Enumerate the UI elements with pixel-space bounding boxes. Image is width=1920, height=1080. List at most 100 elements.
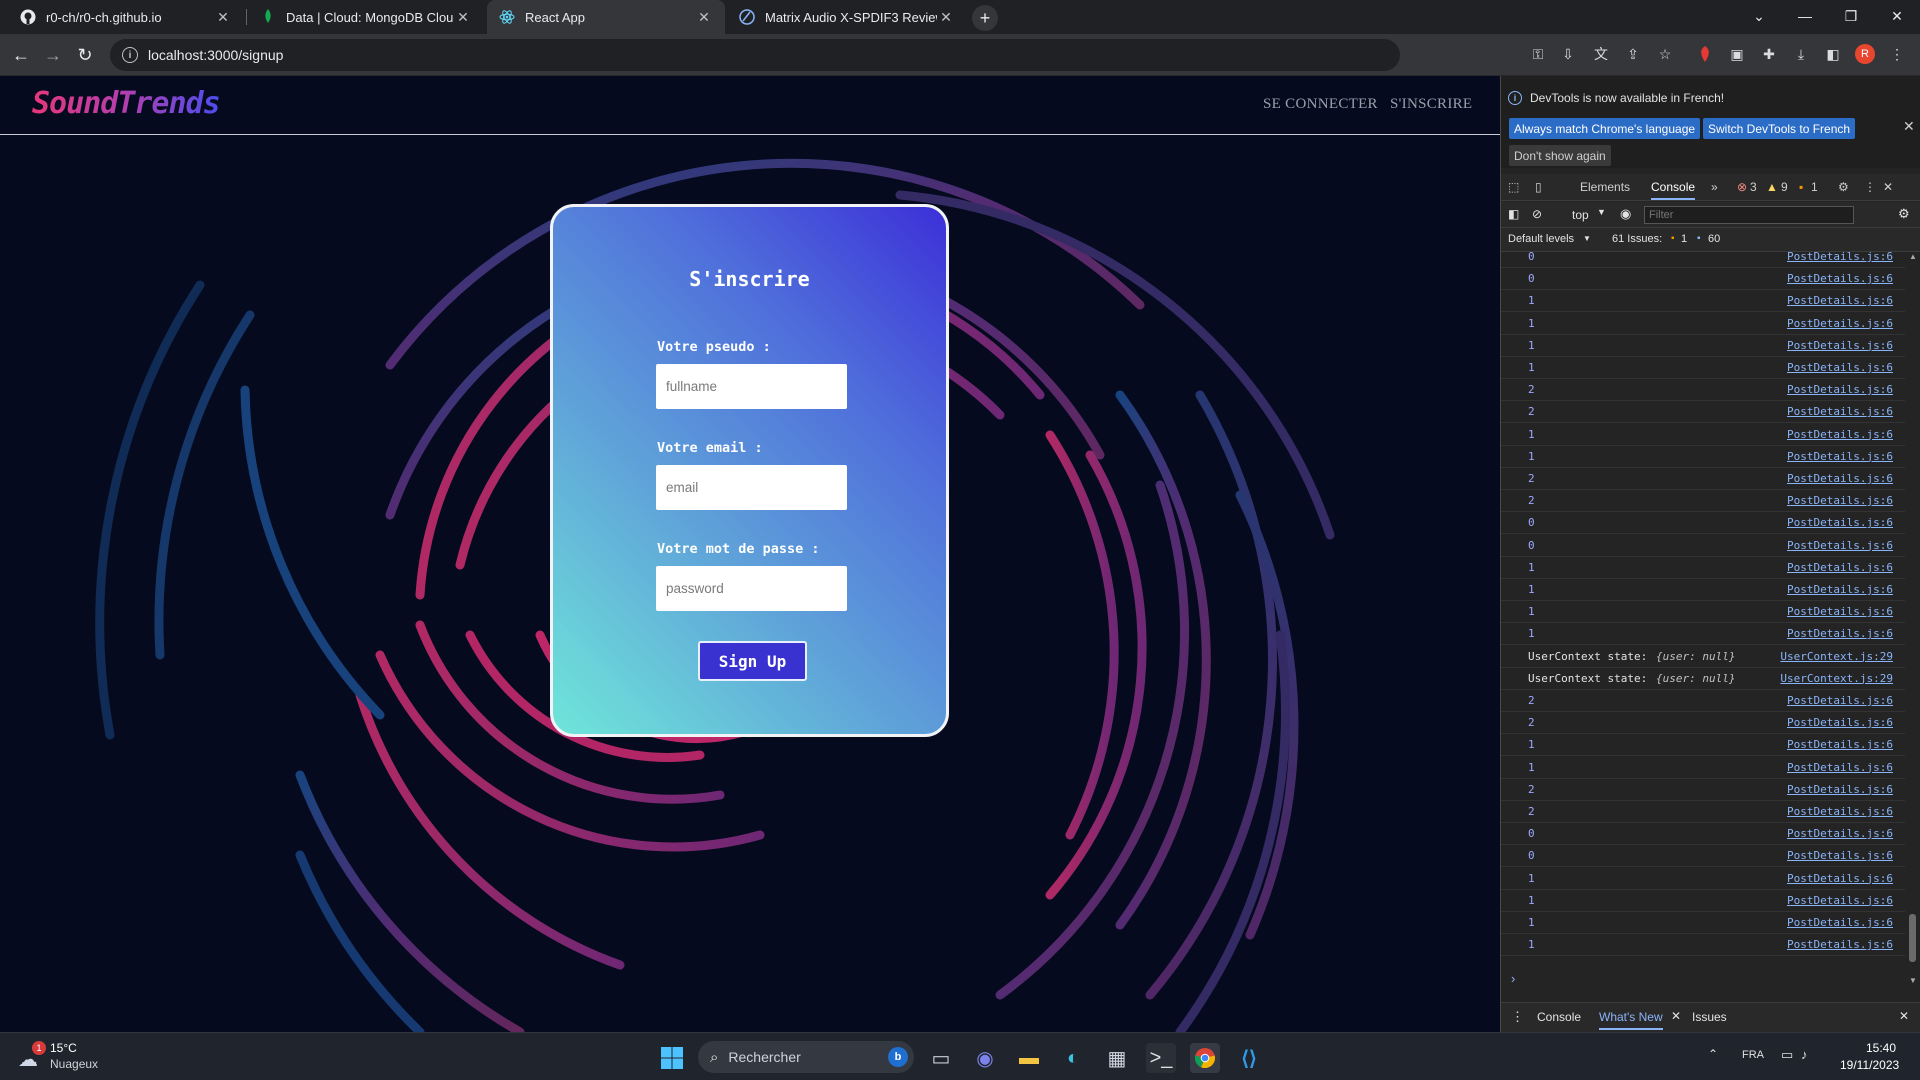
log-source-link[interactable]: PostDetails.js:6 xyxy=(1787,405,1893,418)
terminal-icon[interactable]: >_ xyxy=(1146,1043,1176,1073)
log-source-link[interactable]: PostDetails.js:6 xyxy=(1787,494,1893,507)
new-tab-button[interactable]: + xyxy=(972,5,998,31)
email-input[interactable] xyxy=(656,465,847,510)
log-levels-select[interactable]: Default levels xyxy=(1508,233,1574,245)
nav-login-link[interactable]: SE CONNECTER xyxy=(1263,96,1378,113)
dont-show-again-button[interactable]: Don't show again xyxy=(1509,145,1611,166)
clock-date[interactable]: 19/11/2023 xyxy=(1840,1058,1899,1072)
log-source-link[interactable]: PostDetails.js:6 xyxy=(1787,605,1893,618)
tab-github[interactable]: r0-ch/r0-ch.github.io ✕ xyxy=(8,0,244,34)
log-source-link[interactable]: PostDetails.js:6 xyxy=(1787,450,1893,463)
log-source-link[interactable]: PostDetails.js:6 xyxy=(1787,472,1893,485)
log-source-link[interactable]: PostDetails.js:6 xyxy=(1787,916,1893,929)
log-source-link[interactable]: PostDetails.js:6 xyxy=(1787,539,1893,552)
info-count-icon[interactable]: ▪ xyxy=(1799,180,1803,194)
console-filter-input[interactable] xyxy=(1644,206,1854,224)
scroll-up-icon[interactable]: ▲ xyxy=(1909,252,1917,261)
log-source-link[interactable]: UserContext.js:29 xyxy=(1780,672,1893,685)
log-source-link[interactable]: PostDetails.js:6 xyxy=(1787,561,1893,574)
forward-button[interactable]: → xyxy=(40,42,66,68)
settings-gear-icon[interactable]: ⚙ xyxy=(1838,180,1849,194)
console-prompt-icon[interactable]: › xyxy=(1511,971,1515,986)
issues-count-label[interactable]: 61 Issues: xyxy=(1612,233,1662,245)
close-icon[interactable]: ✕ xyxy=(695,9,713,26)
close-icon[interactable]: ✕ xyxy=(454,9,472,26)
log-object[interactable]: {user: null} xyxy=(1656,650,1735,663)
log-source-link[interactable]: PostDetails.js:6 xyxy=(1787,339,1893,352)
close-icon[interactable]: ✕ xyxy=(1671,1009,1681,1023)
close-icon[interactable]: ✕ xyxy=(214,9,232,26)
log-source-link[interactable]: PostDetails.js:6 xyxy=(1787,849,1893,862)
close-devtools-icon[interactable]: ✕ xyxy=(1883,180,1893,194)
close-icon[interactable]: ✕ xyxy=(937,9,955,26)
drawer-tab-whats-new[interactable]: What's New xyxy=(1599,1010,1663,1030)
extension-window-icon[interactable]: ▣ xyxy=(1727,44,1747,64)
scroll-down-icon[interactable]: ▼ xyxy=(1909,976,1917,985)
warning-count-icon[interactable]: ▲ xyxy=(1766,180,1778,194)
weather-widget[interactable]: ☁ 1 xyxy=(18,1041,46,1071)
log-source-link[interactable]: PostDetails.js:6 xyxy=(1787,516,1893,529)
log-source-link[interactable]: PostDetails.js:6 xyxy=(1787,872,1893,885)
context-select[interactable]: top xyxy=(1572,208,1589,222)
drawer-tab-issues[interactable]: Issues xyxy=(1692,1010,1727,1024)
tab-mongodb[interactable]: Data | Cloud: MongoDB Cloud ✕ xyxy=(248,0,484,34)
close-icon[interactable]: ✕ xyxy=(1903,118,1915,135)
site-info-icon[interactable]: i xyxy=(122,47,138,63)
translate-icon[interactable]: 文 xyxy=(1591,44,1611,64)
side-panel-icon[interactable]: ◧ xyxy=(1823,44,1843,64)
profile-avatar[interactable]: R xyxy=(1855,44,1875,64)
microsoft-store-icon[interactable]: ▦ xyxy=(1102,1043,1132,1073)
console-scrollbar[interactable]: ▲ ▼ xyxy=(1906,252,1919,988)
extension-red-icon[interactable] xyxy=(1695,44,1715,64)
menu-kebab-icon[interactable]: ⋮ xyxy=(1887,44,1907,64)
close-window-button[interactable]: ✕ xyxy=(1874,0,1920,32)
always-match-language-button[interactable]: Always match Chrome's language xyxy=(1509,118,1701,139)
downloads-icon[interactable]: ⤓ xyxy=(1791,44,1811,64)
bookmark-star-icon[interactable]: ☆ xyxy=(1655,44,1675,64)
device-toolbar-icon[interactable]: ▯ xyxy=(1535,180,1542,194)
volume-icon[interactable]: ♪ xyxy=(1801,1047,1808,1062)
edge-icon[interactable]: ◐ xyxy=(1058,1043,1088,1073)
network-icon[interactable]: ▭ xyxy=(1781,1047,1793,1063)
chrome-icon[interactable] xyxy=(1190,1043,1220,1073)
log-source-link[interactable]: PostDetails.js:6 xyxy=(1787,294,1893,307)
tab-search-icon[interactable]: ⌄ xyxy=(1736,0,1782,32)
log-source-link[interactable]: PostDetails.js:6 xyxy=(1787,716,1893,729)
minimize-button[interactable]: — xyxy=(1782,0,1828,32)
log-source-link[interactable]: PostDetails.js:6 xyxy=(1787,317,1893,330)
scrollbar-thumb[interactable] xyxy=(1909,914,1916,962)
address-bar[interactable]: i localhost:3000/signup xyxy=(110,39,1400,71)
extensions-puzzle-icon[interactable]: ✚ xyxy=(1759,44,1779,64)
log-source-link[interactable]: PostDetails.js:6 xyxy=(1787,583,1893,596)
nav-signup-link[interactable]: S'INSCRIRE xyxy=(1390,96,1472,113)
log-object[interactable]: {user: null} xyxy=(1656,672,1735,685)
log-source-link[interactable]: PostDetails.js:6 xyxy=(1787,938,1893,951)
file-explorer-icon[interactable]: ▬ xyxy=(1014,1043,1044,1073)
password-input[interactable] xyxy=(656,566,847,611)
console-settings-gear-icon[interactable]: ⚙ xyxy=(1898,206,1910,222)
chevron-up-icon[interactable]: ⌃ xyxy=(1708,1047,1718,1061)
reload-button[interactable]: ↻ xyxy=(72,42,98,68)
log-source-link[interactable]: PostDetails.js:6 xyxy=(1787,428,1893,441)
switch-to-french-button[interactable]: Switch DevTools to French xyxy=(1703,118,1856,139)
close-drawer-icon[interactable]: ✕ xyxy=(1899,1009,1909,1023)
log-source-link[interactable]: PostDetails.js:6 xyxy=(1787,627,1893,640)
log-source-link[interactable]: PostDetails.js:6 xyxy=(1787,827,1893,840)
tab-console[interactable]: Console xyxy=(1651,180,1696,200)
share-icon[interactable]: ⇪ xyxy=(1623,44,1643,64)
log-source-link[interactable]: PostDetails.js:6 xyxy=(1787,383,1893,396)
tab-react-app[interactable]: React App ✕ xyxy=(487,0,725,34)
log-source-link[interactable]: PostDetails.js:6 xyxy=(1787,252,1893,263)
log-source-link[interactable]: PostDetails.js:6 xyxy=(1787,894,1893,907)
tab-elements[interactable]: Elements xyxy=(1580,180,1630,194)
drawer-tab-console[interactable]: Console xyxy=(1537,1010,1581,1024)
tab-matrix-audio[interactable]: Matrix Audio X-SPDIF3 Review - ✕ xyxy=(727,0,967,34)
sidebar-toggle-icon[interactable]: ◧ xyxy=(1508,207,1519,221)
task-view-icon[interactable]: ▭ xyxy=(926,1043,956,1073)
more-tabs-icon[interactable]: » xyxy=(1711,180,1718,194)
maximize-button[interactable]: ❐ xyxy=(1828,0,1874,32)
site-logo[interactable]: SoundTrends xyxy=(32,86,221,121)
live-expression-eye-icon[interactable]: ◉ xyxy=(1620,206,1631,222)
taskbar-search-box[interactable]: ⌕ Rechercher b xyxy=(698,1041,914,1073)
windows-start-icon[interactable] xyxy=(657,1043,687,1073)
